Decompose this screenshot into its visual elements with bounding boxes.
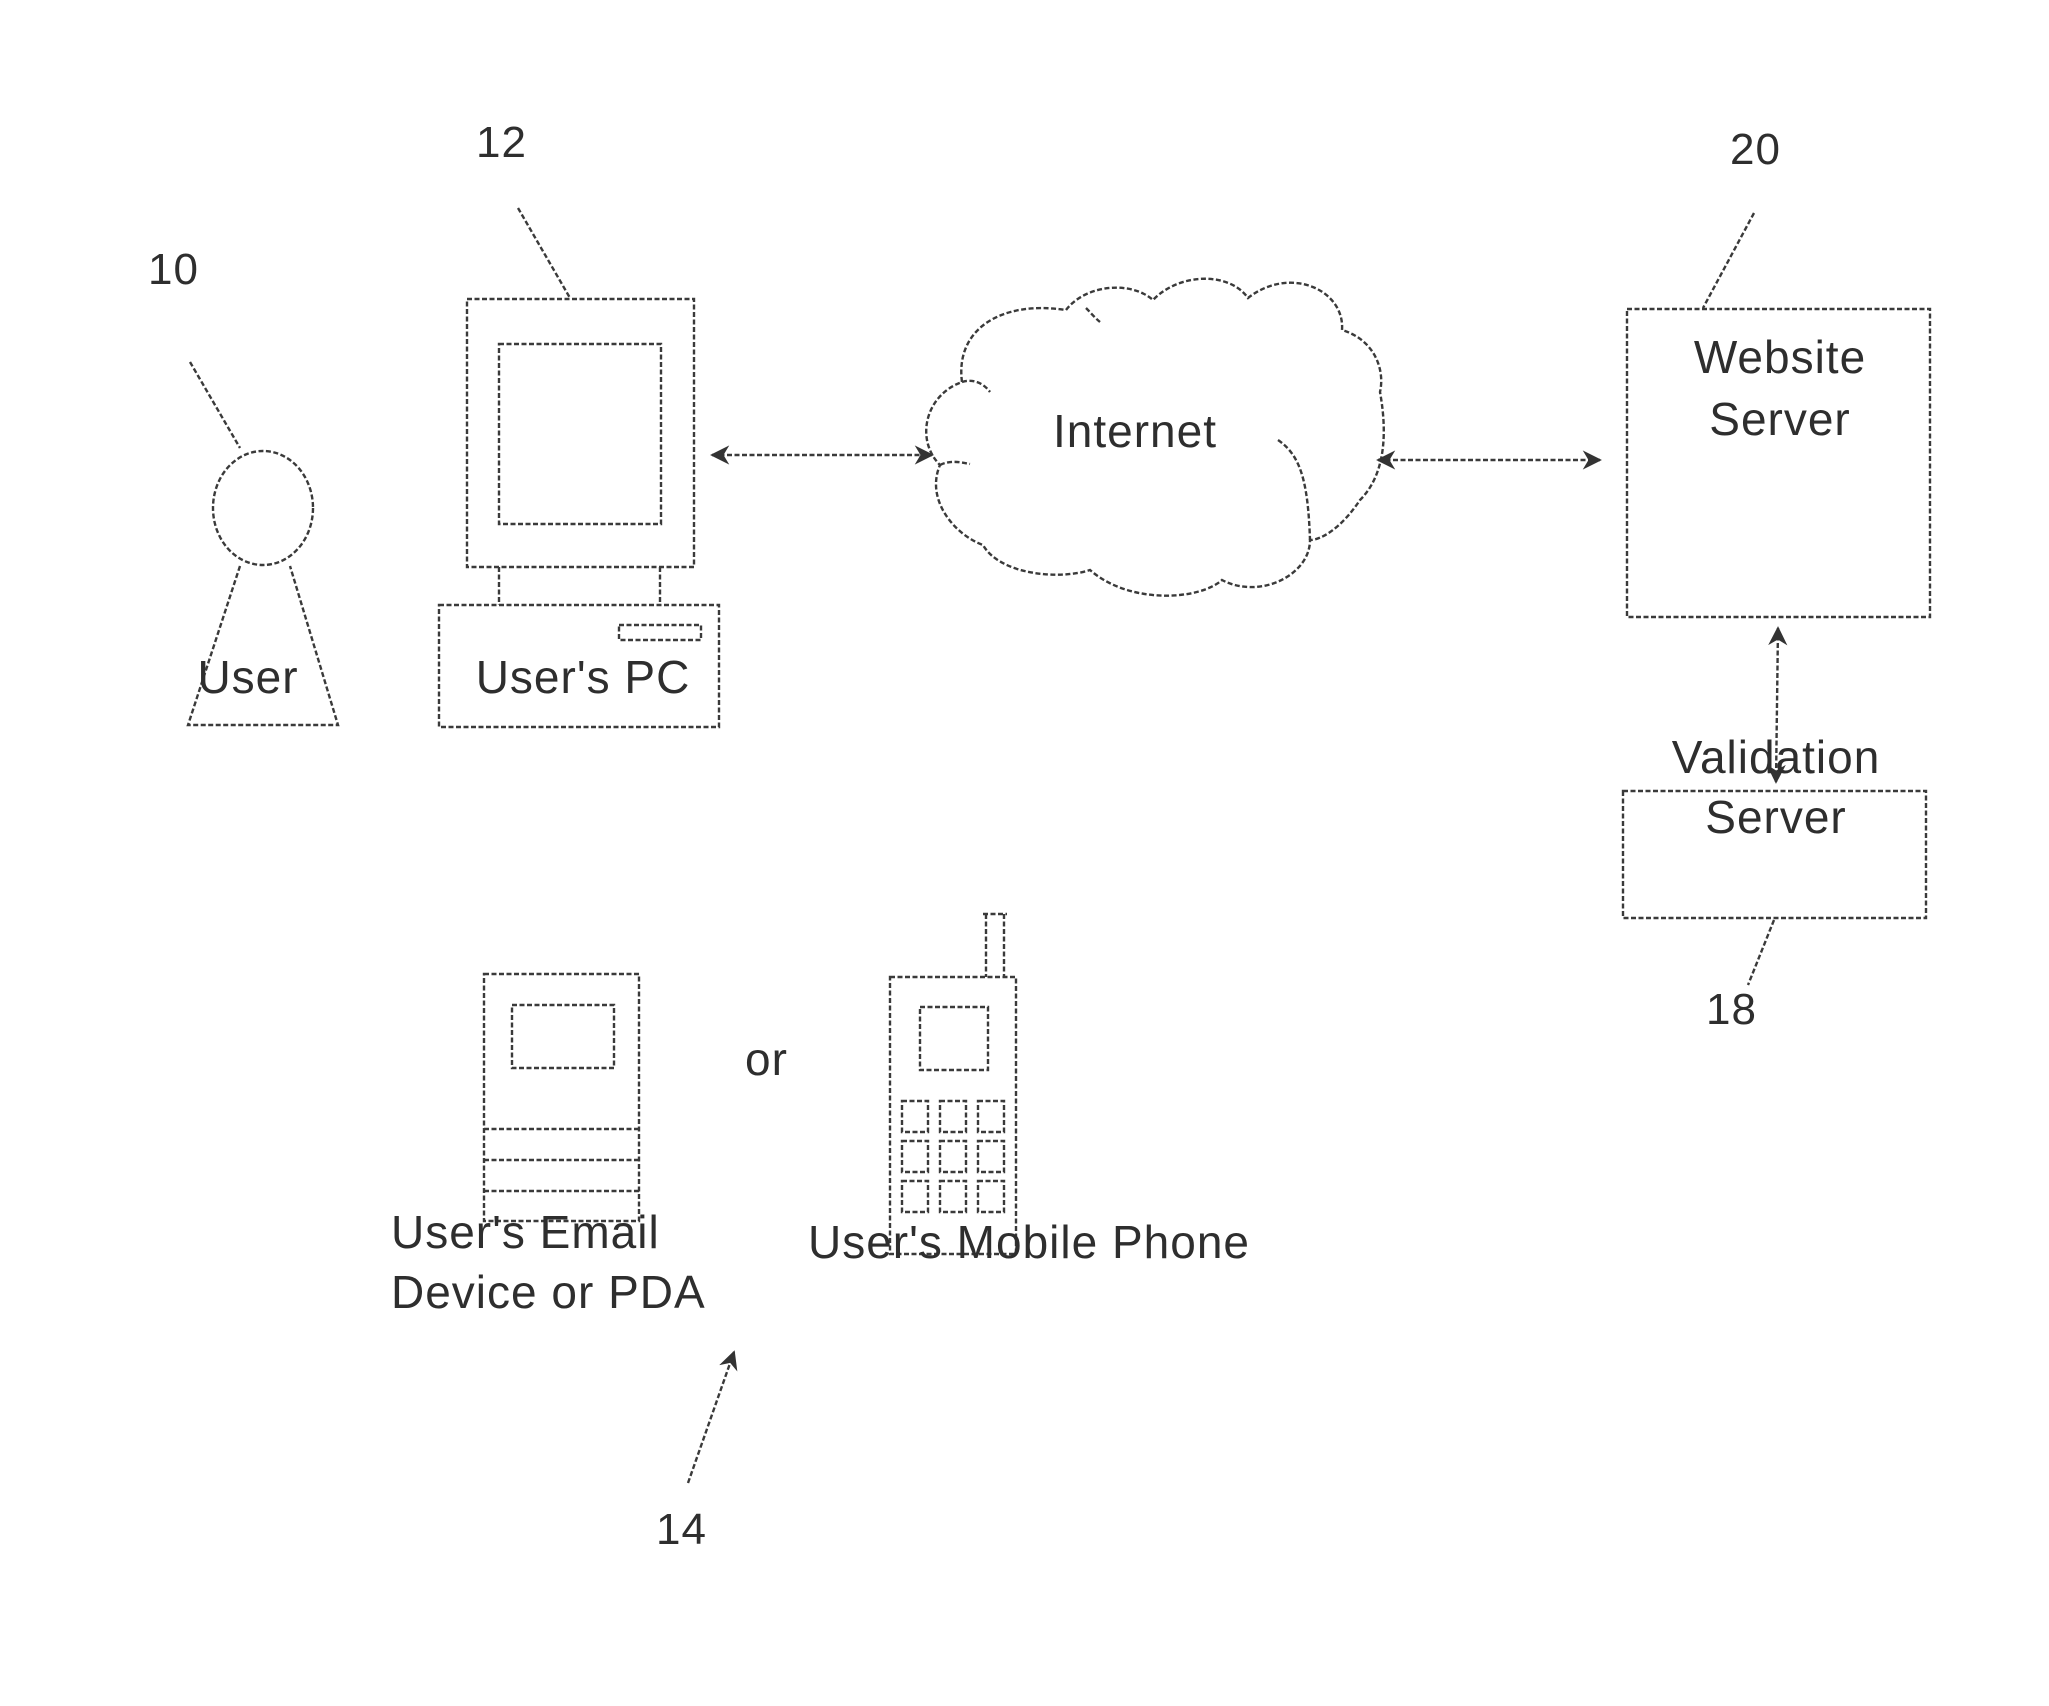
pc-label: User's PC — [475, 651, 691, 703]
ref-number-12: 12 — [476, 118, 527, 167]
phone-key — [976, 1139, 1006, 1174]
phone-key — [900, 1099, 930, 1134]
phone-key — [900, 1139, 930, 1174]
phone-key — [900, 1179, 930, 1214]
ref-number-20: 20 — [1730, 125, 1781, 174]
ref-arrow-14 — [686, 1350, 738, 1484]
phone-key — [976, 1099, 1006, 1134]
website-server-label-line1: Website — [1693, 331, 1867, 383]
user-label: User — [197, 651, 299, 703]
cloud-detail — [1085, 307, 1101, 323]
or-separator: or — [745, 1033, 788, 1085]
internet-label: Internet — [1053, 405, 1217, 457]
validation-server-label-line2: Server — [1705, 791, 1847, 843]
ref-number-18: 18 — [1706, 985, 1757, 1034]
pda-icon — [482, 972, 641, 1223]
ref-leader-12 — [516, 207, 572, 299]
validation-server-label-line1: Validation — [1671, 731, 1881, 783]
phone-key — [938, 1139, 968, 1174]
mobile-phone-icon — [888, 912, 1018, 1256]
phone-key — [938, 1099, 968, 1134]
ref-number-14: 14 — [656, 1505, 707, 1554]
mobile-phone-label: User's Mobile Phone — [808, 1216, 1250, 1268]
phone-key — [976, 1179, 1006, 1214]
ref-leader-18 — [1746, 919, 1776, 986]
cloud-detail — [961, 379, 991, 393]
ref-leader-10 — [188, 361, 242, 449]
website-server-label-line2: Server — [1709, 393, 1851, 445]
email-device-label-line1: User's Email — [391, 1206, 660, 1258]
cloud-detail — [939, 460, 971, 467]
ref-leader-20 — [1701, 212, 1756, 309]
email-device-label-line2: Device or PDA — [391, 1266, 706, 1318]
diagram-canvas — [186, 207, 1932, 1484]
phone-key — [938, 1179, 968, 1214]
ref-number-10: 10 — [148, 245, 199, 294]
cloud-detail — [1277, 439, 1312, 541]
